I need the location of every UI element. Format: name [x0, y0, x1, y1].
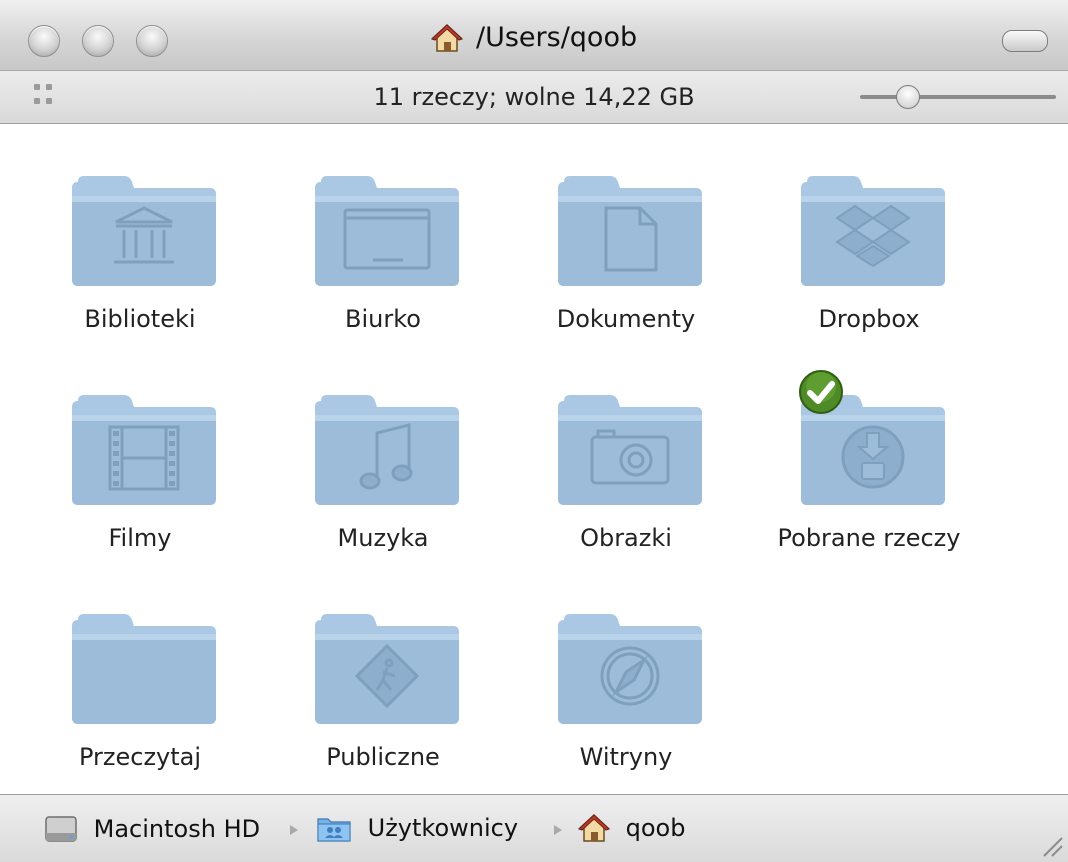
folder-label: Witryny	[579, 743, 673, 771]
path-item-qoob[interactable]: qoob	[578, 813, 685, 843]
resize-grip-icon[interactable]	[1038, 832, 1064, 858]
public-sign-icon	[315, 614, 459, 724]
users-folder-icon	[317, 818, 351, 842]
folder-item-biblioteki[interactable]: Biblioteki	[25, 150, 255, 360]
finder-window: /Users/qoob 11 rzeczy; wolne 14,22 GB Bi…	[0, 0, 1068, 862]
folder-item-muzyka[interactable]: Muzyka	[268, 369, 498, 579]
path-item-uzytkownicy[interactable]: Użytkownicy	[316, 813, 518, 843]
camera-icon	[558, 395, 702, 505]
desktop-icon	[315, 176, 459, 286]
folder-item-pobrane-rzeczy[interactable]: Pobrane rzeczy	[754, 369, 984, 579]
icon-view: Biblioteki Biurko Dokumenty Dropbox Film…	[0, 124, 1068, 794]
title-bar[interactable]: /Users/qoob	[0, 0, 1068, 71]
folder-label: Biurko	[345, 305, 421, 333]
icon-size-slider-thumb[interactable]	[896, 85, 920, 109]
window-title-text: /Users/qoob	[475, 22, 638, 53]
folder-label: Publiczne	[326, 743, 440, 771]
path-item-label: Użytkownicy	[367, 814, 519, 842]
dropbox-icon	[801, 176, 945, 286]
home-icon	[578, 813, 610, 842]
path-separator-icon	[290, 825, 298, 835]
path-bar: Macintosh HD Użytkownicy qoob	[0, 794, 1068, 862]
library-icon	[72, 176, 216, 286]
sync-complete-check-icon	[799, 370, 843, 414]
toolbar-toggle-button[interactable]	[1002, 30, 1048, 52]
folder-item-witryny[interactable]: Witryny	[511, 588, 741, 798]
folder-item-dropbox[interactable]: Dropbox	[754, 150, 984, 360]
status-bar: 11 rzeczy; wolne 14,22 GB	[0, 71, 1068, 124]
film-icon	[72, 395, 216, 505]
document-icon	[558, 176, 702, 286]
folder-label: Dokumenty	[556, 305, 696, 333]
icon-size-slider[interactable]	[860, 95, 1056, 99]
compass-icon	[558, 614, 702, 724]
folder-item-filmy[interactable]: Filmy	[25, 369, 255, 579]
plain-folder-icon	[72, 614, 216, 724]
folder-item-dokumenty[interactable]: Dokumenty	[511, 150, 741, 360]
folder-item-biurko[interactable]: Biurko	[268, 150, 498, 360]
path-item-macintosh-hd[interactable]: Macintosh HD	[44, 813, 260, 845]
folder-item-przeczytaj[interactable]: Przeczytaj	[25, 588, 255, 798]
path-item-label: qoob	[625, 814, 686, 842]
folder-label: Biblioteki	[84, 305, 196, 333]
home-icon	[430, 23, 463, 52]
path-separator-icon	[554, 825, 562, 835]
folder-label: Dropbox	[818, 305, 920, 333]
folder-label: Muzyka	[337, 524, 429, 552]
folder-label: Filmy	[108, 524, 172, 552]
folder-item-publiczne[interactable]: Publiczne	[268, 588, 498, 798]
path-item-label: Macintosh HD	[93, 815, 261, 843]
folder-label: Pobrane rzeczy	[777, 524, 961, 552]
music-note-icon	[315, 395, 459, 505]
folder-label: Obrazki	[580, 524, 672, 552]
hard-drive-icon	[45, 816, 77, 842]
folder-item-obrazki[interactable]: Obrazki	[511, 369, 741, 579]
folder-label: Przeczytaj	[78, 743, 202, 771]
window-title: /Users/qoob	[0, 22, 1068, 53]
